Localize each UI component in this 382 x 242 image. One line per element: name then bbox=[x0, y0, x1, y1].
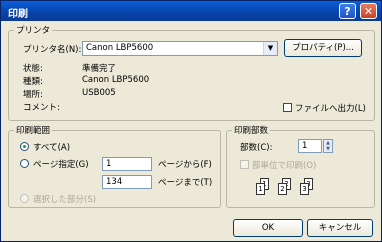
collate-label[interactable]: 部単位で印刷(O) bbox=[252, 159, 316, 171]
help-icon[interactable]: ? bbox=[339, 3, 356, 19]
range-selection-label[interactable]: 選択した部分(S) bbox=[33, 193, 96, 205]
ok-button[interactable]: OK bbox=[233, 219, 303, 237]
collate-checkbox[interactable] bbox=[240, 160, 249, 169]
range-all-label[interactable]: すべて(A) bbox=[33, 141, 70, 153]
range-pages-label[interactable]: ページ指定(G) bbox=[33, 158, 89, 170]
to-page-label: ページまで(T) bbox=[158, 178, 213, 188]
print-range-group-label: 印刷範囲 bbox=[16, 126, 51, 136]
from-page-label: ページから(F) bbox=[158, 160, 212, 170]
properties-button[interactable]: プロパティ(P)... bbox=[284, 39, 362, 57]
range-selection-radio[interactable] bbox=[20, 194, 29, 203]
range-pages-radio[interactable] bbox=[20, 159, 29, 168]
title-bar[interactable]: 印刷 ? ✕ bbox=[1, 1, 381, 21]
print-dialog: 印刷 ? ✕ プリンタ プリンタ名(N): Canon LBP5600 ▼ プロ… bbox=[0, 0, 382, 242]
from-page-input[interactable]: 1 bbox=[102, 157, 152, 171]
printer-group-label: プリンタ bbox=[16, 26, 51, 36]
printer-name-value: Canon LBP5600 bbox=[86, 43, 154, 53]
copies-group-label: 印刷部数 bbox=[234, 126, 269, 136]
comment-label: コメント: bbox=[23, 103, 60, 113]
where-value: USB005 bbox=[82, 88, 116, 98]
chevron-down-icon[interactable]: ▼ bbox=[263, 42, 277, 55]
dialog-title: 印刷 bbox=[8, 9, 28, 20]
copies-spinner[interactable]: ▲ ▼ bbox=[323, 139, 333, 153]
collate-pages-icon: 1 1 2 2 3 3 bbox=[256, 178, 326, 200]
type-label: 種類: bbox=[23, 77, 43, 87]
spin-down-icon[interactable]: ▼ bbox=[324, 146, 332, 152]
printer-name-label: プリンタ名(N): bbox=[23, 45, 82, 55]
print-to-file-label[interactable]: ファイルへ出力(L) bbox=[295, 102, 366, 114]
close-icon[interactable]: ✕ bbox=[360, 3, 377, 19]
type-value: Canon LBP5600 bbox=[82, 75, 150, 85]
status-label: 状態: bbox=[23, 64, 43, 74]
status-value: 準備完了 bbox=[82, 64, 117, 74]
cancel-button[interactable]: キャンセル bbox=[307, 219, 373, 237]
copies-count-label: 部数(C): bbox=[240, 143, 273, 153]
range-all-radio[interactable] bbox=[20, 142, 29, 151]
print-to-file-checkbox[interactable] bbox=[283, 103, 292, 112]
where-label: 場所: bbox=[23, 90, 43, 100]
to-page-input[interactable]: 134 bbox=[102, 175, 152, 189]
copies-count-input[interactable]: 1 bbox=[298, 139, 322, 153]
printer-name-select[interactable]: Canon LBP5600 ▼ bbox=[82, 41, 278, 56]
